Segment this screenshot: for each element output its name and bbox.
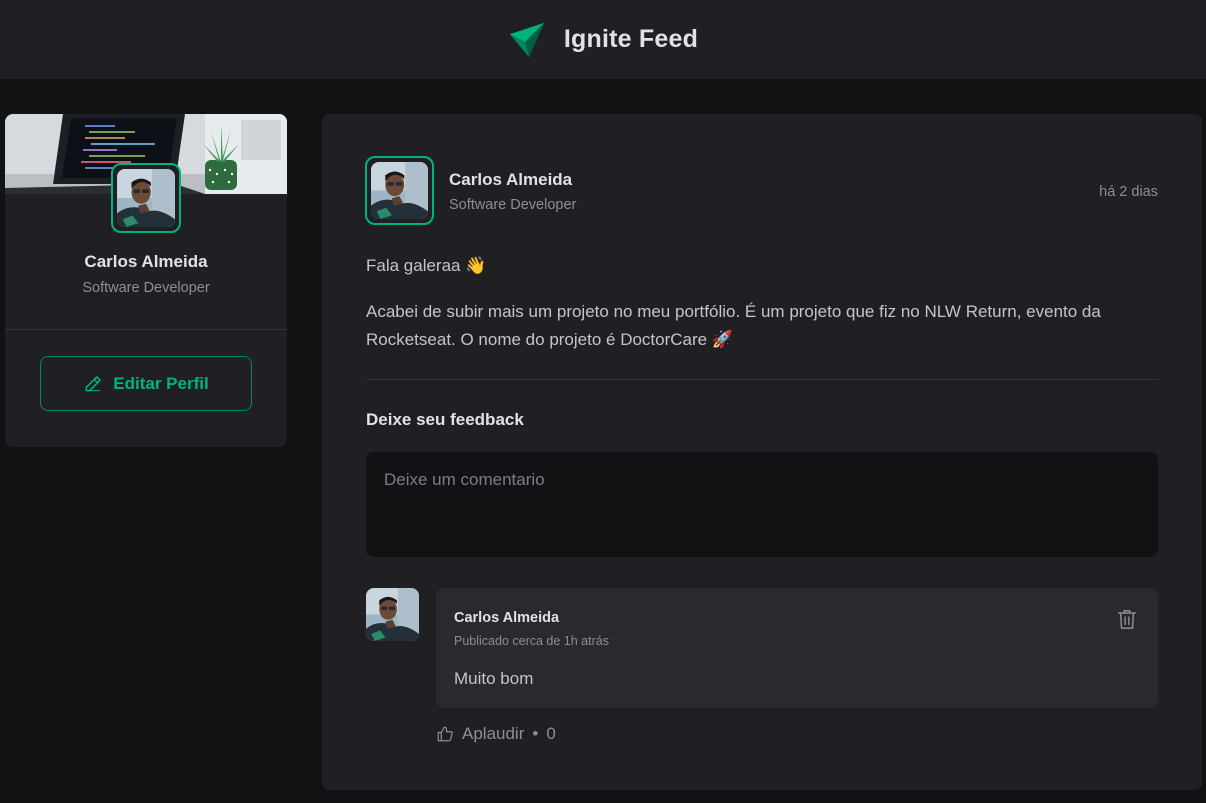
trash-icon[interactable] <box>1116 608 1138 630</box>
app-title: Ignite Feed <box>563 25 699 53</box>
thumbs-up-icon <box>437 726 453 742</box>
post-divider <box>366 379 1158 380</box>
edit-profile-label: Editar Perfil <box>113 373 209 393</box>
comment-author-avatar-image <box>366 588 419 641</box>
post-author-avatar-image <box>371 162 428 219</box>
comment-text: Muito bom <box>454 669 534 688</box>
profile-name: Carlos Almeida <box>84 252 208 271</box>
post-paragraph: Fala galeraa 👋 <box>366 256 487 275</box>
post-card: Carlos Almeida Software Developer há 2 d… <box>322 114 1202 790</box>
profile-avatar[interactable] <box>111 163 181 233</box>
post-timestamp: há 2 dias <box>1099 184 1158 200</box>
comment-box: Carlos Almeida Publicado cerca de 1h atr… <box>436 588 1158 708</box>
applaud-label: Aplaudir <box>462 724 525 743</box>
comment-author-name: Carlos Almeida <box>454 610 560 626</box>
profile-role: Software Developer <box>82 280 210 296</box>
applaud-separator: • <box>532 724 539 743</box>
post-author-avatar[interactable] <box>365 156 434 225</box>
pencil-icon <box>85 375 102 391</box>
app-header: Ignite Feed <box>0 0 1206 79</box>
post-author-name: Carlos Almeida <box>449 170 573 189</box>
post-author-role: Software Developer <box>449 197 577 213</box>
profile-sidebar: Carlos Almeida Software Developer Editar… <box>5 114 287 447</box>
post-paragraph: Acabei de subir mais um projeto no meu p… <box>366 302 1101 349</box>
applaud-button[interactable]: Aplaudir • 0 <box>436 724 556 744</box>
comment-timestamp: Publicado cerca de 1h atrás <box>454 634 609 648</box>
profile-avatar-image <box>117 169 175 227</box>
sidebar-divider <box>5 329 287 330</box>
ignite-logo-icon <box>509 22 545 57</box>
comment-input[interactable] <box>366 452 1158 557</box>
edit-profile-button[interactable]: Editar Perfil <box>40 356 252 411</box>
post-content: Fala galeraa 👋 Acabei de subir mais um p… <box>366 252 1158 372</box>
comment-author-avatar[interactable] <box>366 588 419 641</box>
feedback-title: Deixe seu feedback <box>366 410 524 429</box>
applaud-count: 0 <box>546 724 556 743</box>
